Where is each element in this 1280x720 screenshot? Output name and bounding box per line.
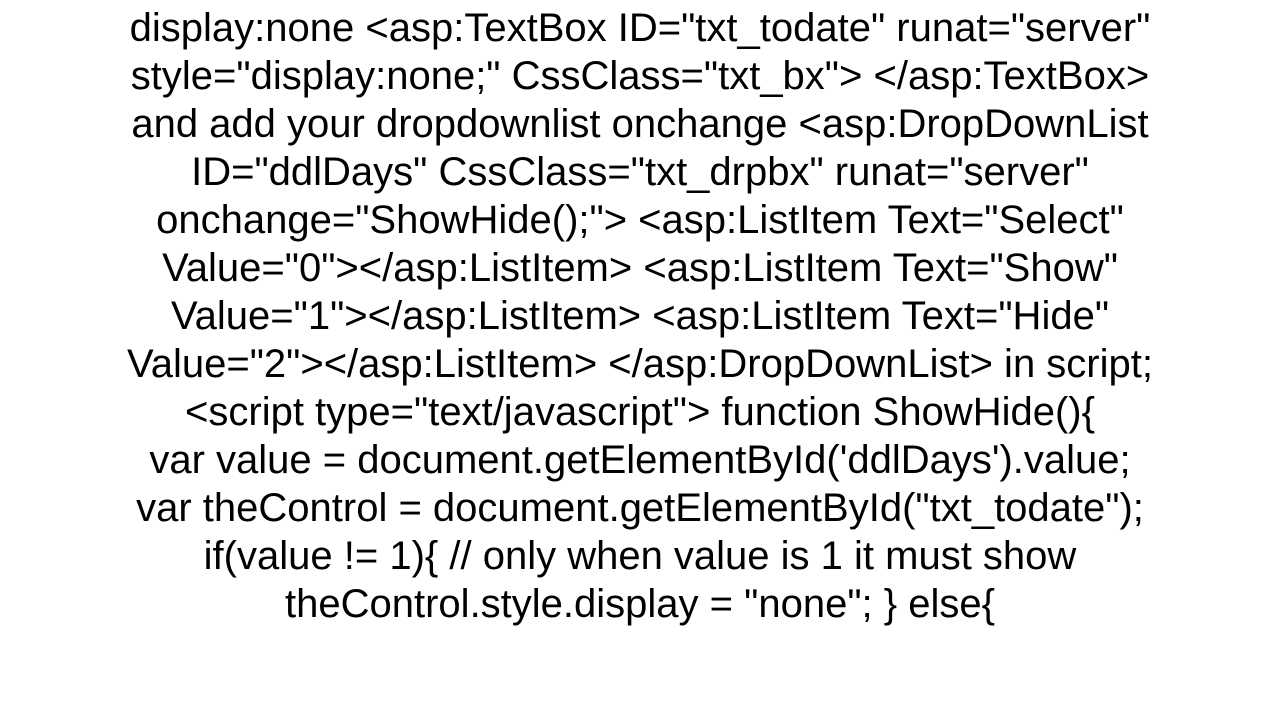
- text-line: <script type="text/javascript"> function…: [8, 388, 1272, 436]
- text-line: Value="2"></asp:ListItem> </asp:DropDown…: [8, 340, 1272, 388]
- text-line: var theControl = document.getElementById…: [8, 484, 1272, 532]
- text-line: var value = document.getElementById('ddl…: [8, 436, 1272, 484]
- text-line: if(value != 1){ // only when value is 1 …: [8, 532, 1272, 580]
- text-line: Value="0"></asp:ListItem> <asp:ListItem …: [8, 244, 1272, 292]
- text-line: style="display:none;" CssClass="txt_bx">…: [8, 52, 1272, 100]
- text-line: and add your dropdownlist onchange <asp:…: [8, 100, 1272, 148]
- text-line: Value="1"></asp:ListItem> <asp:ListItem …: [8, 292, 1272, 340]
- text-line: ID="ddlDays" CssClass="txt_drpbx" runat=…: [8, 148, 1272, 196]
- text-snippet-block: display:none <asp:TextBox ID="txt_todate…: [0, 0, 1280, 628]
- text-line: theControl.style.display = "none"; } els…: [8, 580, 1272, 628]
- text-line: onchange="ShowHide();"> <asp:ListItem Te…: [8, 196, 1272, 244]
- text-line: display:none <asp:TextBox ID="txt_todate…: [8, 4, 1272, 52]
